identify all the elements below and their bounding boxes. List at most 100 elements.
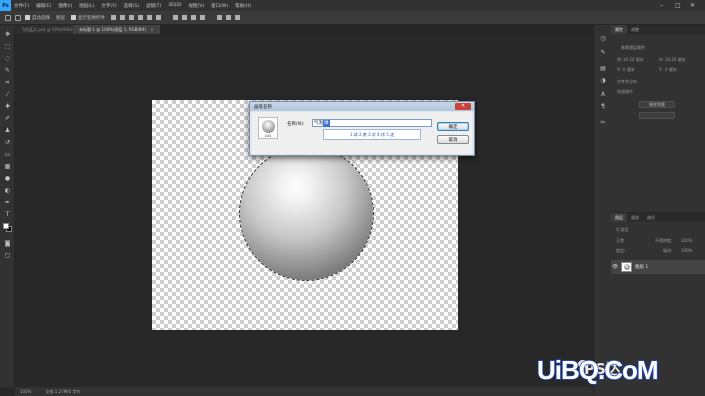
align-bottom-icon[interactable] xyxy=(156,15,161,20)
type-tool-icon[interactable]: T xyxy=(4,211,11,218)
y-label: Y: xyxy=(659,67,663,72)
zoom-level[interactable]: 100% xyxy=(20,389,31,394)
fill-value[interactable]: 100% xyxy=(681,248,692,253)
layer-row[interactable]: 👁 图层 1 xyxy=(611,260,705,274)
menu-file[interactable]: 文件(F) xyxy=(14,3,29,9)
dialog-titlebar[interactable]: 画笔名称 xyxy=(250,102,474,111)
auto-select-checkbox[interactable] xyxy=(25,15,30,20)
clone-stamp-icon[interactable]: ♟ xyxy=(4,127,11,134)
tab-paths[interactable]: 路径 xyxy=(643,213,659,222)
menu-edit[interactable]: 编辑(E) xyxy=(36,3,51,9)
eyedropper-tool-icon[interactable]: ⁄ xyxy=(4,91,11,98)
close-window-icon[interactable]: ✕ xyxy=(690,2,695,9)
sphere-selection xyxy=(239,146,374,281)
brush-name-dialog: 画笔名称 ✕ 244 名称(N): 气泡球 1.球 2.裘 3.求 4.俅 5.… xyxy=(249,101,475,156)
cancel-button[interactable]: 取消 xyxy=(437,135,469,144)
section-title: 像素图层属性 xyxy=(621,45,645,50)
lock-label: 锁定: xyxy=(616,248,626,253)
blend-mode-dropdown[interactable]: 正常 xyxy=(616,238,624,244)
distribute-icon[interactable] xyxy=(173,15,178,20)
height-value[interactable]: 10.24 厘米 xyxy=(665,57,686,63)
distribute-icon[interactable] xyxy=(182,15,187,20)
workspace xyxy=(15,34,593,387)
move-tool-icon[interactable]: ✥ xyxy=(4,31,11,38)
remove-background-button[interactable]: 移除背景 xyxy=(639,101,675,108)
menu-layer[interactable]: 图层(L) xyxy=(79,3,94,9)
healing-brush-icon[interactable]: ✚ xyxy=(4,103,11,110)
eraser-tool-icon[interactable]: ▭ xyxy=(4,151,11,158)
document-info: 文档:1.27M/0 字节 xyxy=(45,388,81,394)
quick-action-button[interactable] xyxy=(639,112,675,119)
menu-type[interactable]: 文字(Y) xyxy=(101,3,116,9)
align-right-icon[interactable] xyxy=(129,15,134,20)
blur-tool-icon[interactable]: ● xyxy=(4,175,11,182)
history-brush-icon[interactable]: ↺ xyxy=(4,139,11,146)
quick-select-tool-icon[interactable]: ✎ xyxy=(4,67,11,74)
minimize-icon[interactable]: – xyxy=(660,2,663,9)
brush-size-label: 244 xyxy=(264,134,272,138)
align-top-icon[interactable] xyxy=(138,15,143,20)
pen-tool-icon[interactable]: ✒ xyxy=(4,199,11,206)
menu-window[interactable]: 窗口(W) xyxy=(211,3,228,9)
crop-tool-icon[interactable]: ⌗ xyxy=(4,79,11,86)
3d-mode-icon[interactable] xyxy=(226,15,231,20)
marquee-tool-icon[interactable]: ⬚ xyxy=(4,43,11,50)
menu-image[interactable]: 图像(I) xyxy=(58,3,72,9)
options-bar: 自动选择 图层 显示变换控件 xyxy=(0,11,705,25)
menu-view[interactable]: 视图(V) xyxy=(189,3,205,9)
ok-button[interactable]: 确定 xyxy=(437,122,469,131)
distribute-icon[interactable] xyxy=(200,15,205,20)
tab-properties[interactable]: 属性 xyxy=(611,25,627,34)
adjustments-icon[interactable]: ◑ xyxy=(599,77,607,85)
brush-settings-icon[interactable]: ✎ xyxy=(599,49,607,57)
history-icon[interactable]: ◷ xyxy=(599,35,607,43)
swatches-icon[interactable]: ▤ xyxy=(599,65,607,73)
foreground-color-swatch[interactable] xyxy=(3,223,9,229)
tools-icon[interactable]: ✂ xyxy=(599,119,607,127)
menu-filter[interactable]: 滤镜(T) xyxy=(146,3,161,9)
align-label: 对齐并分布 xyxy=(617,79,637,84)
gradient-tool-icon[interactable]: ▦ xyxy=(4,163,11,170)
layer-kind-filter[interactable]: Q 类型 xyxy=(616,227,628,233)
dialog-close-button[interactable]: ✕ xyxy=(455,103,471,110)
screen-mode-icon[interactable]: ▢ xyxy=(4,252,11,259)
tools-panel: ✥ ⬚ ◌ ✎ ⌗ ⁄ ✚ ✐ ♟ ↺ ▭ ▦ ● ◐ ✒ T ◙ ▢ xyxy=(0,25,15,387)
tab-channels[interactable]: 通道 xyxy=(627,213,643,222)
paragraph-icon[interactable]: ¶ xyxy=(599,103,607,111)
align-left-icon[interactable] xyxy=(111,15,116,20)
3d-mode-icon[interactable] xyxy=(217,15,222,20)
3d-mode-icon[interactable] xyxy=(235,15,240,20)
maximize-icon[interactable]: □ xyxy=(675,2,681,9)
tab-adjustments[interactable]: 调整 xyxy=(627,25,643,34)
move-tool-icon[interactable] xyxy=(15,14,21,21)
menu-3d[interactable]: 3D(D) xyxy=(168,3,181,8)
quick-mask-icon[interactable]: ◙ xyxy=(4,240,11,247)
show-transform-checkbox[interactable] xyxy=(71,15,76,20)
layer-name[interactable]: 图层 1 xyxy=(635,264,648,270)
name-label: 名称(N): xyxy=(287,122,305,127)
dodge-tool-icon[interactable]: ◐ xyxy=(4,187,11,194)
home-icon[interactable] xyxy=(5,14,11,21)
auto-select-dropdown[interactable]: 图层 xyxy=(56,15,65,21)
width-value[interactable]: 10.24 厘米 xyxy=(623,57,644,63)
dialog-title: 画笔名称 xyxy=(254,104,272,110)
menu-help[interactable]: 帮助(H) xyxy=(235,3,251,9)
lasso-tool-icon[interactable]: ◌ xyxy=(4,55,11,62)
character-icon[interactable]: A xyxy=(599,91,607,99)
tab-layers[interactable]: 图层 xyxy=(611,213,627,222)
y-value[interactable]: 0 厘米 xyxy=(665,67,677,73)
align-middle-icon[interactable] xyxy=(147,15,152,20)
opacity-label: 不透明度: xyxy=(655,238,673,243)
visibility-eye-icon[interactable]: 👁 xyxy=(611,264,619,270)
opacity-value[interactable]: 100% xyxy=(681,238,692,243)
ime-candidate-bar[interactable]: 1.球 2.裘 3.求 4.俅 5.逑 xyxy=(323,129,421,140)
brush-name-input[interactable]: 气泡球 xyxy=(312,119,432,127)
brush-tool-icon[interactable]: ✐ xyxy=(4,115,11,122)
distribute-icon[interactable] xyxy=(191,15,196,20)
x-value[interactable]: 0 厘米 xyxy=(623,67,635,73)
x-label: X: xyxy=(617,67,622,72)
tab-document-2[interactable]: 未标题-1 @ 100%(图层 1, RGB/8#) × xyxy=(73,25,160,34)
menu-select[interactable]: 选择(S) xyxy=(124,3,139,9)
close-tab-icon[interactable]: × xyxy=(150,27,153,32)
align-center-icon[interactable] xyxy=(120,15,125,20)
